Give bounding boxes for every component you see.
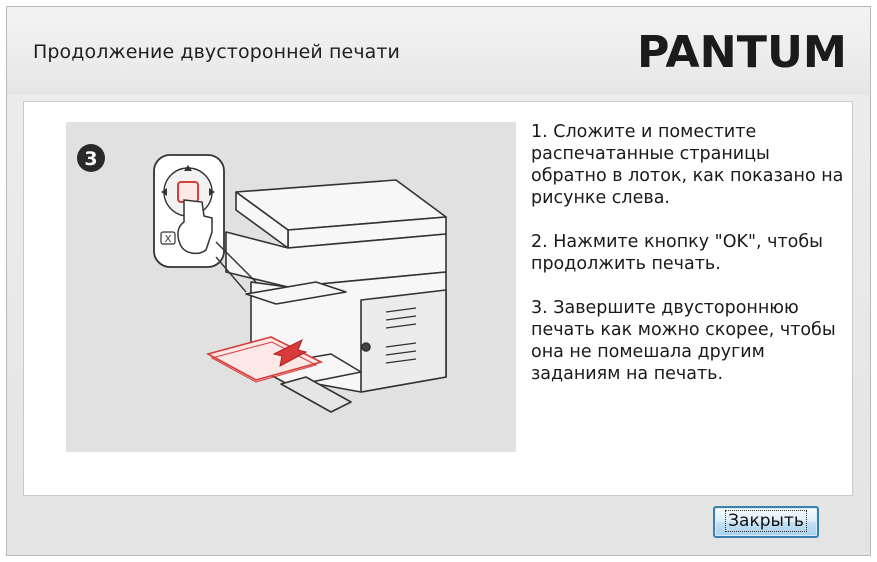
content-panel: 3 X 1. Сложите и поместите распечатанные… bbox=[23, 101, 853, 496]
pantum-logo-text: PANTUM bbox=[637, 27, 847, 75]
instruction-step-1: 1. Сложите и поместите распечатанные стр… bbox=[531, 122, 844, 208]
dialog-title: Продолжение двусторонней печати bbox=[33, 41, 401, 63]
close-button-label: Закрыть bbox=[725, 510, 807, 532]
step-number: 3 bbox=[84, 148, 97, 170]
dialog-window: Продолжение двусторонней печати PANTUM 3 bbox=[6, 6, 871, 556]
instruction-step-3: 3. Завершите двустороннюю печать как мож… bbox=[531, 298, 836, 384]
instructions-text: 1. Сложите и поместите распечатанные стр… bbox=[531, 121, 849, 407]
close-button[interactable]: Закрыть bbox=[713, 506, 819, 538]
step-badge: 3 bbox=[77, 144, 105, 172]
instruction-step-2: 2. Нажмите кнопку "OK", чтобы продолжить… bbox=[531, 232, 823, 274]
dialog-header: Продолжение двусторонней печати PANTUM bbox=[7, 7, 870, 95]
svg-text:X: X bbox=[165, 234, 172, 245]
pantum-logo: PANTUM bbox=[637, 27, 847, 75]
printer-illustration: 3 X bbox=[66, 122, 516, 452]
